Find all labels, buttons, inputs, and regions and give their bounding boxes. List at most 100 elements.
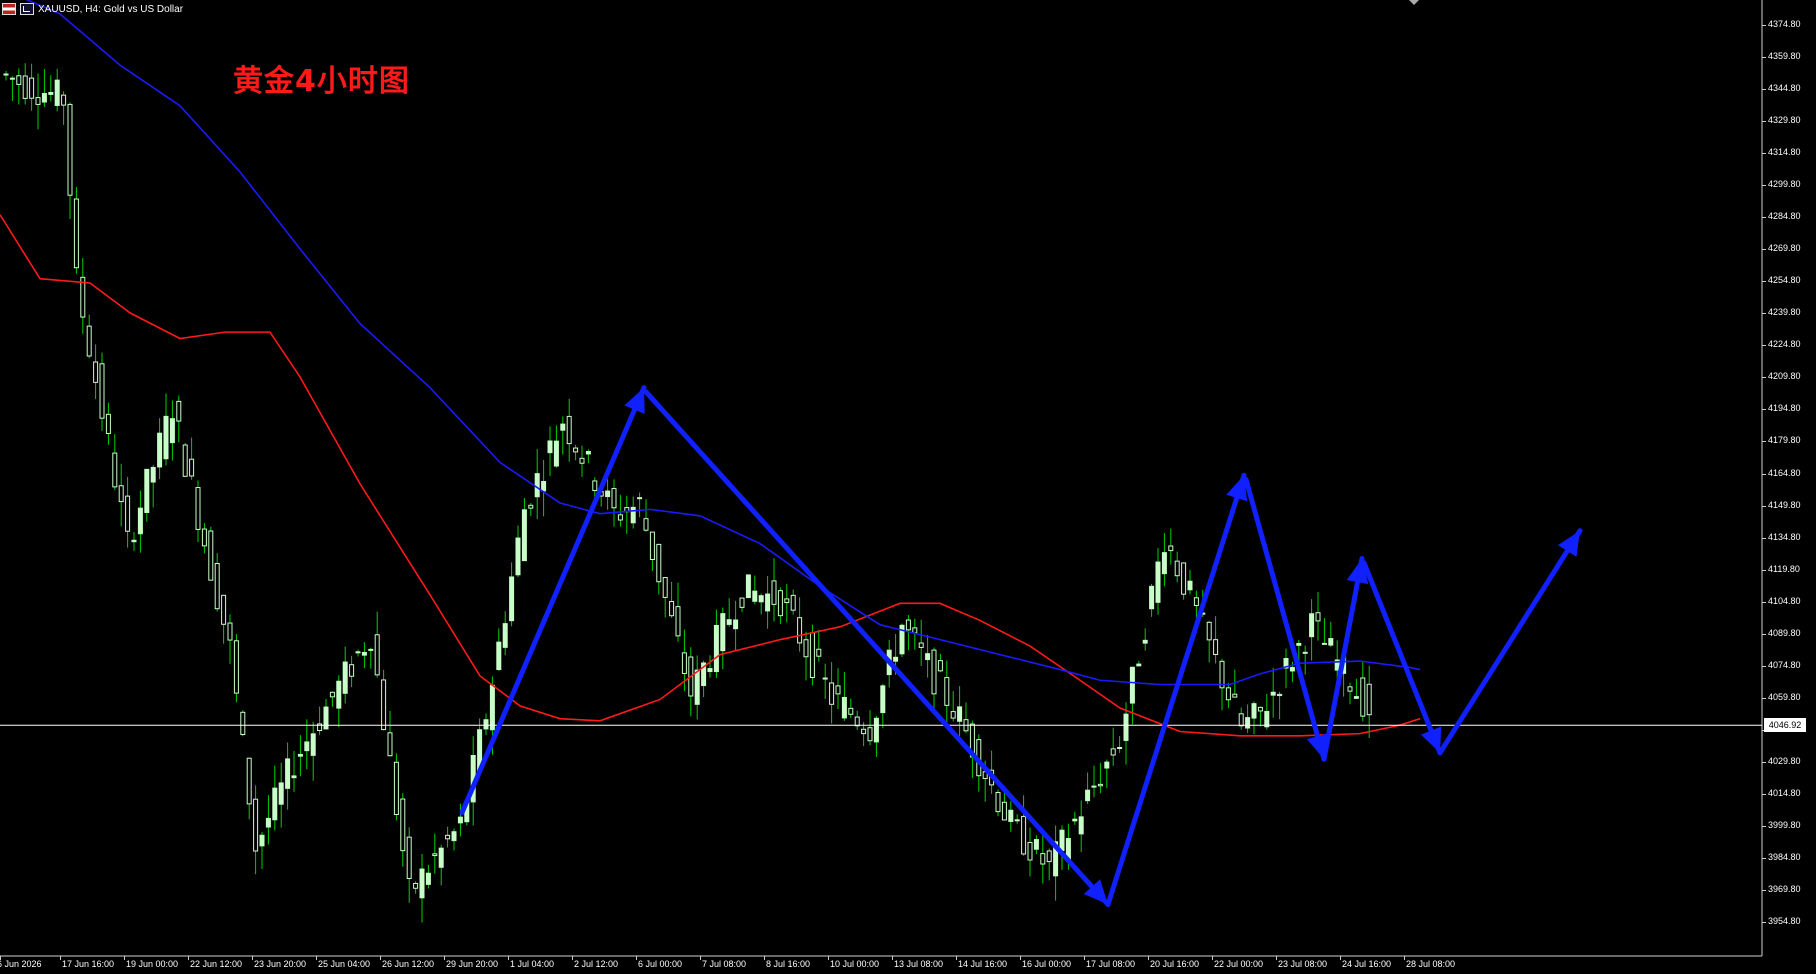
price-tick-label: 4164.80 <box>1768 467 1801 478</box>
bear-candle <box>176 400 182 422</box>
bull-candle <box>925 653 931 661</box>
bull-candle <box>707 668 713 673</box>
bull-candle <box>342 661 348 694</box>
bull-candle <box>726 619 732 625</box>
time-tick-mark <box>764 956 765 960</box>
symbol-bar: XAUUSD, H4: Gold vs US Dollar <box>2 2 183 16</box>
time-tick-mark <box>1212 956 1213 960</box>
bull-candle <box>425 872 431 885</box>
price-tick-mark <box>1762 185 1766 187</box>
bull-candle <box>752 590 758 602</box>
price-tick-mark <box>1762 313 1766 315</box>
time-tick-mark <box>1404 956 1405 960</box>
bear-candle <box>854 716 860 727</box>
bear-candle <box>848 707 854 715</box>
bear-candle <box>912 627 918 634</box>
price-tick-mark <box>1762 473 1766 475</box>
bear-candle <box>643 518 649 531</box>
bear-candle <box>3 73 9 76</box>
bull-candle <box>1123 713 1129 741</box>
time-tick-mark <box>1020 956 1021 960</box>
price-tick-mark <box>1762 217 1766 219</box>
price-tick-mark <box>1762 633 1766 635</box>
bear-candle <box>816 648 822 657</box>
time-tick-label: 28 Jul 08:00 <box>1406 959 1456 969</box>
bull-candle <box>1149 585 1155 610</box>
bull-candle <box>893 656 899 662</box>
price-chart[interactable] <box>0 0 1816 974</box>
bear-candle <box>246 757 252 805</box>
bear-candle <box>1347 686 1353 692</box>
price-tick-mark <box>1762 153 1766 155</box>
bear-candle <box>1168 545 1174 552</box>
bear-candle <box>29 77 35 99</box>
bull-candle <box>297 753 303 757</box>
bull-candle <box>1353 696 1359 699</box>
bear-candle <box>1110 748 1116 756</box>
price-tick-mark <box>1762 441 1766 443</box>
time-tick-mark <box>892 956 893 960</box>
bear-candle <box>1238 713 1244 727</box>
bear-candle <box>1027 841 1033 861</box>
bear-candle <box>189 458 195 477</box>
price-tick-label: 4299.80 <box>1768 179 1801 190</box>
time-tick-mark <box>1084 956 1085 960</box>
bear-candle <box>16 75 22 85</box>
candles <box>3 63 1372 923</box>
bear-candle <box>829 682 835 705</box>
bull-candle <box>1309 613 1315 638</box>
price-tick-mark <box>1762 25 1766 26</box>
price-axis[interactable]: 4374.80 4359.80 4344.80 4329.80 4314.80 4299.… <box>1762 0 1816 956</box>
bear-candle <box>937 660 943 672</box>
bull-candle <box>1085 789 1091 802</box>
time-tick-mark <box>1148 956 1149 960</box>
bull-candle <box>1033 839 1039 850</box>
bull-candle <box>553 440 559 467</box>
price-tick-mark <box>1762 281 1766 283</box>
bull-candle <box>521 509 527 562</box>
price-tick-label: 4314.80 <box>1768 147 1801 158</box>
price-tick-label: 4269.80 <box>1768 243 1801 254</box>
bear-candle <box>1315 612 1321 622</box>
bear-candle <box>662 577 668 598</box>
bear-candle <box>1046 850 1052 863</box>
price-tick-label: 4134.80 <box>1768 531 1801 542</box>
bear-candle <box>995 791 1001 813</box>
time-tick-label: 22 Jul 00:00 <box>1214 959 1264 969</box>
bear-candle <box>374 634 380 676</box>
bear-candle <box>1040 853 1046 865</box>
price-tick-label: 4329.80 <box>1768 115 1801 126</box>
bull-candle <box>336 680 342 709</box>
time-tick-label: 16 Jul 00:00 <box>1022 959 1072 969</box>
time-tick-label: 14 Jul 16:00 <box>958 959 1008 969</box>
bear-candle <box>797 617 803 644</box>
time-tick-mark <box>316 956 317 960</box>
price-tick-label: 3954.80 <box>1768 916 1801 926</box>
bear-candle <box>861 728 867 735</box>
bear-candle <box>1232 693 1238 698</box>
bear-candle <box>784 598 790 604</box>
price-tick-label: 4374.80 <box>1768 19 1801 29</box>
price-tick-mark <box>1762 857 1766 859</box>
bear-candle <box>675 606 681 637</box>
bear-candle <box>777 590 783 617</box>
bear-candle <box>944 677 950 706</box>
price-tick-mark <box>1762 377 1766 379</box>
bull-candle <box>310 733 316 756</box>
time-axis[interactable]: 16 Jun 2026 17 Jun 16:00 19 Jun 00:00 22 Ju… <box>0 956 1762 974</box>
time-tick-mark <box>188 956 189 960</box>
price-tick-mark <box>1762 569 1766 571</box>
bull-candle <box>169 418 175 444</box>
chart-window-icon[interactable] <box>20 3 34 15</box>
bear-candle <box>1193 597 1199 607</box>
price-tick-mark <box>1762 761 1766 763</box>
bull-candle <box>489 684 495 731</box>
bull-candle <box>137 507 143 535</box>
bull-candle <box>1078 816 1084 835</box>
chart-frame <box>0 0 1763 957</box>
bear-candle <box>1277 693 1283 697</box>
bull-candle <box>745 574 751 599</box>
bull-candle <box>605 490 611 498</box>
bull-candle <box>48 91 54 95</box>
price-tick-label: 4014.80 <box>1768 787 1801 798</box>
